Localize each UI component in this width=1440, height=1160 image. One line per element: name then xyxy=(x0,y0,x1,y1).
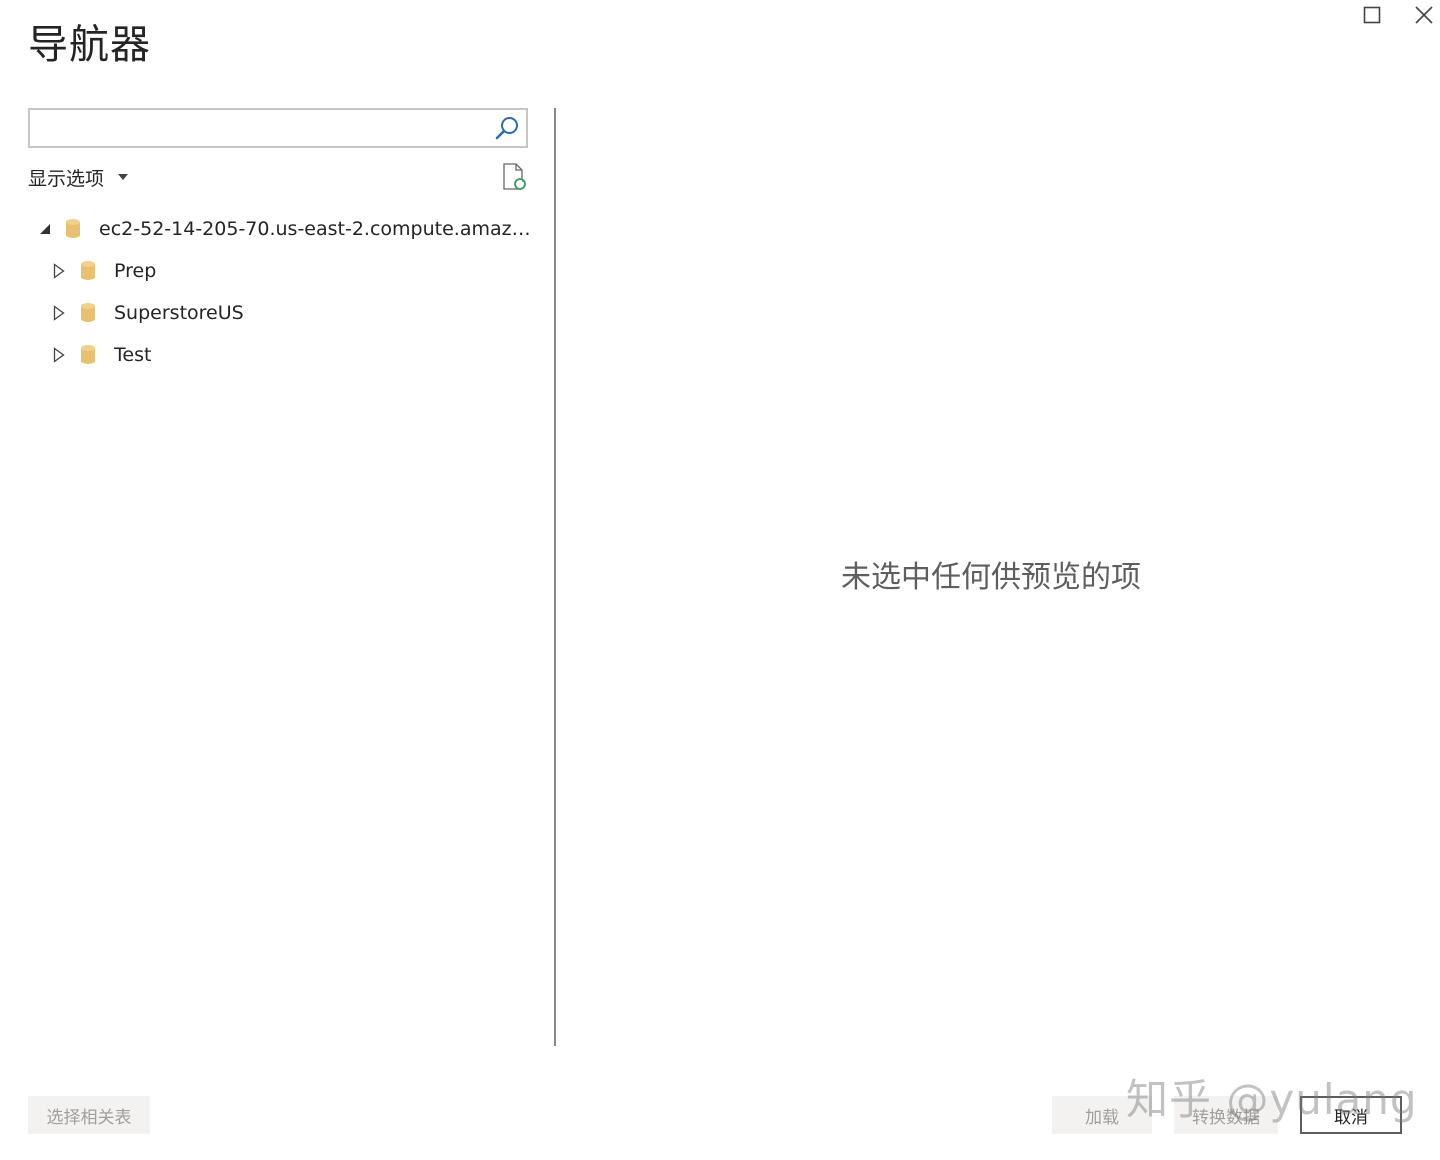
display-options-label: 显示选项 xyxy=(28,167,105,190)
maximize-button[interactable] xyxy=(1350,0,1394,30)
close-button[interactable] xyxy=(1402,0,1440,30)
load-button[interactable]: 加载 xyxy=(1052,1096,1152,1134)
tree-item-label: Test xyxy=(114,344,152,366)
select-related-tables-button[interactable]: 选择相关表 xyxy=(28,1096,150,1134)
transform-data-button[interactable]: 转换数据 xyxy=(1174,1096,1278,1134)
navigator-tree: ec2-52-14-205-70.us-east-2.compute.amazo… xyxy=(28,208,533,376)
tree-item-server[interactable]: ec2-52-14-205-70.us-east-2.compute.amazo… xyxy=(28,208,533,250)
triangle-expanded-icon[interactable] xyxy=(38,222,51,236)
triangle-collapsed-icon[interactable] xyxy=(52,263,66,279)
maximize-icon xyxy=(1363,6,1381,24)
tree-item-superstoreus[interactable]: SuperstoreUS xyxy=(28,292,533,334)
tree-item-test[interactable]: Test xyxy=(28,334,533,376)
database-icon xyxy=(66,219,81,238)
navigator-window: 导航器 显示选项 ec2-52-14-205-70.us-east-2.comp… xyxy=(0,0,1440,1160)
search-box xyxy=(28,108,528,148)
chevron-down-icon xyxy=(118,174,129,180)
preview-empty-message: 未选中任何供预览的项 xyxy=(841,560,1141,595)
window-title: 导航器 xyxy=(28,22,151,68)
tree-item-label: SuperstoreUS xyxy=(114,302,244,324)
refresh-document-icon[interactable] xyxy=(500,162,528,192)
display-options-dropdown[interactable]: 显示选项 xyxy=(28,162,129,192)
tree-item-label: Prep xyxy=(114,260,157,282)
close-icon xyxy=(1415,6,1433,24)
tree-item-prep[interactable]: Prep xyxy=(28,250,533,292)
tree-item-label: ec2-52-14-205-70.us-east-2.compute.amazo… xyxy=(99,218,533,240)
triangle-collapsed-icon[interactable] xyxy=(52,347,66,363)
search-input[interactable] xyxy=(36,114,490,144)
search-icon[interactable] xyxy=(494,115,520,141)
triangle-collapsed-icon[interactable] xyxy=(52,305,66,321)
database-icon xyxy=(81,261,95,280)
cancel-button[interactable]: 取消 xyxy=(1300,1096,1402,1134)
database-icon xyxy=(81,303,95,322)
database-icon xyxy=(81,345,95,364)
